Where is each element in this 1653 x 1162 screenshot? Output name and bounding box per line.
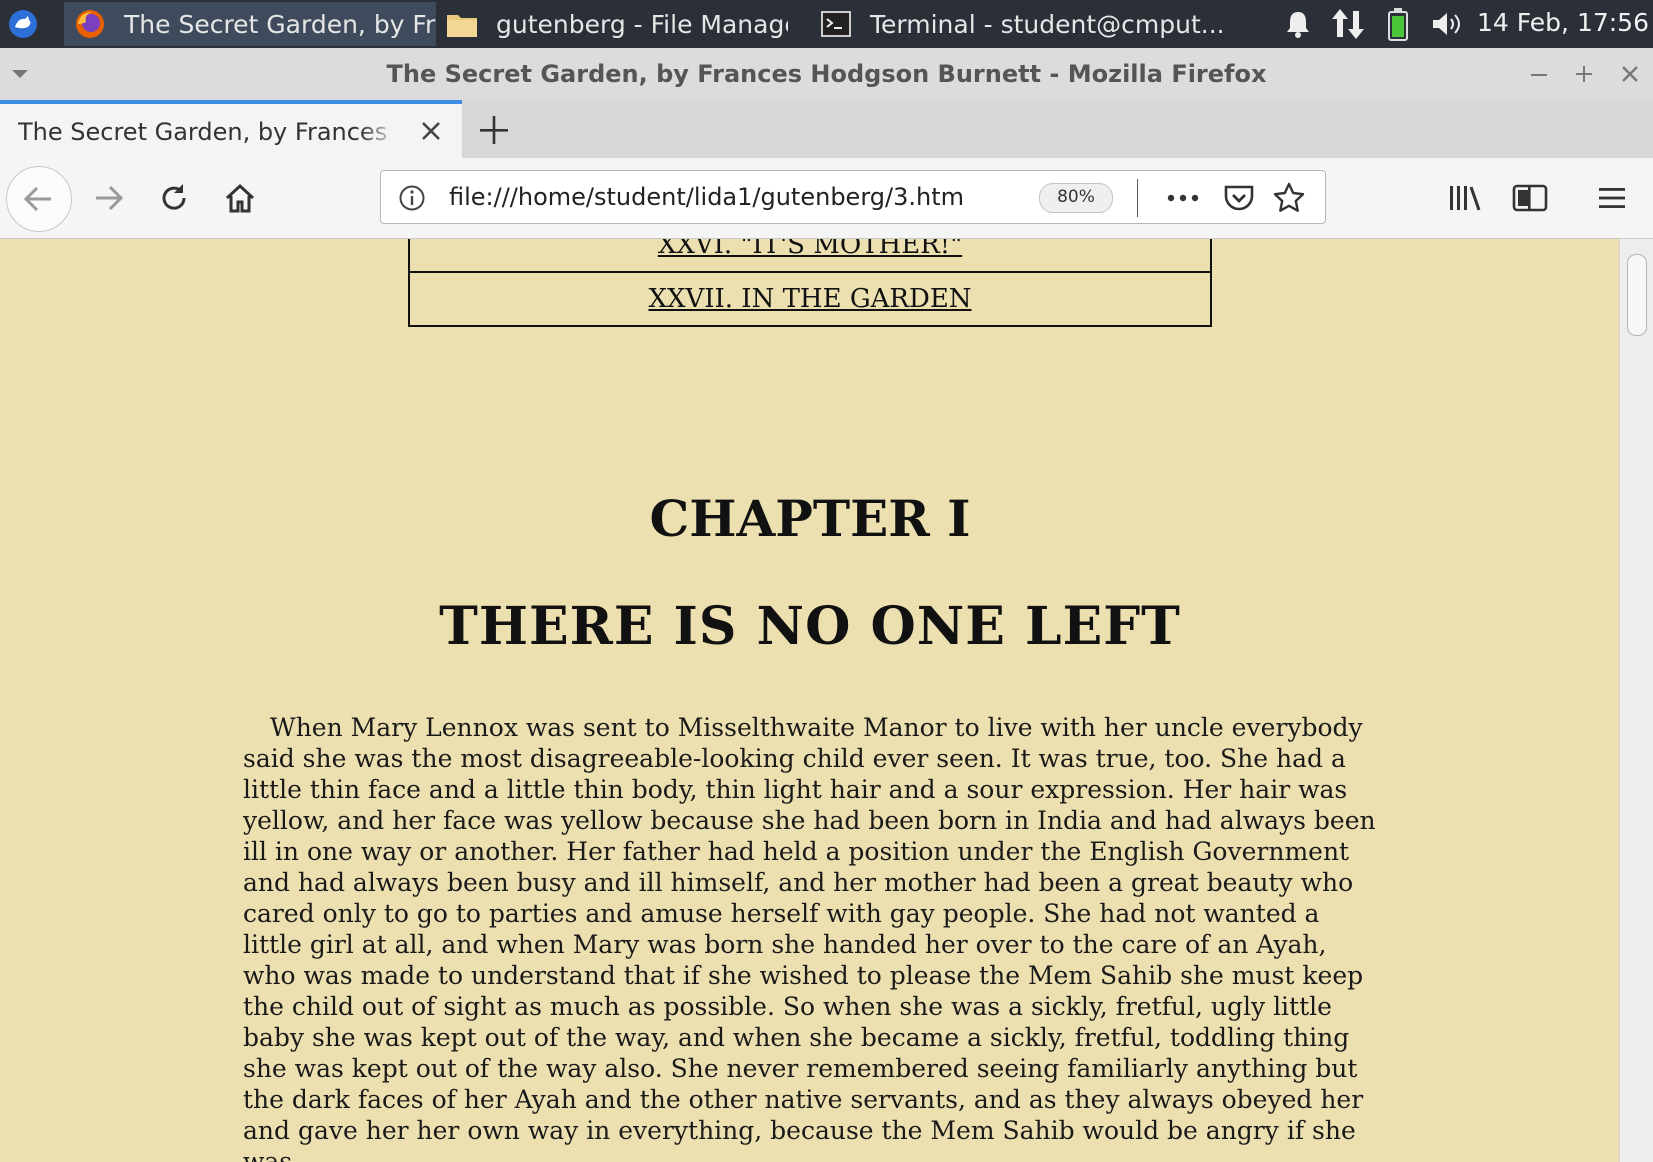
terminal-icon — [820, 8, 852, 40]
taskbar-task-label: Terminal - student@cmput... — [870, 9, 1225, 39]
app-menu-icon[interactable] — [6, 8, 40, 40]
chapter-paragraph: When Mary Lennox was sent to Misselthwai… — [243, 713, 1376, 1162]
window-titlebar[interactable]: The Secret Garden, by Frances Hodgson Bu… — [0, 48, 1653, 101]
navigation-toolbar: file:///home/student/lida1/gutenberg/3.h… — [0, 158, 1653, 239]
library-icon[interactable] — [1444, 176, 1488, 220]
folder-icon — [446, 8, 478, 40]
url-bar-divider — [1137, 179, 1138, 217]
network-icon[interactable] — [1328, 0, 1368, 48]
reload-button[interactable] — [152, 176, 196, 220]
zoom-level-badge[interactable]: 80% — [1039, 183, 1113, 213]
new-tab-button[interactable] — [476, 112, 512, 148]
table-row: XXVII. IN THE GARDEN — [408, 271, 1212, 327]
page-scrollbar[interactable] — [1619, 239, 1653, 1162]
browser-tab[interactable]: The Secret Garden, by Frances Hodgson Bu… — [0, 100, 462, 158]
page-actions-more-icon[interactable] — [1163, 181, 1203, 215]
taskbar-task-file-manager[interactable]: gutenberg - File Manager — [436, 2, 788, 46]
battery-icon[interactable] — [1380, 0, 1416, 48]
toc-cell: XXVI. "IT'S MOTHER!" — [408, 239, 1212, 273]
taskbar-clock[interactable]: 14 Feb, 17:56 — [1477, 0, 1649, 48]
toc-link-chapter-27[interactable]: XXVII. IN THE GARDEN — [648, 284, 971, 314]
toc-link-chapter-26[interactable]: XXVI. "IT'S MOTHER!" — [658, 239, 962, 260]
chapter-number-heading: CHAPTER I — [649, 489, 971, 548]
scrollbar-thumb[interactable] — [1627, 254, 1647, 336]
minimize-button[interactable] — [1523, 58, 1555, 90]
maximize-button[interactable] — [1568, 58, 1600, 90]
taskbar-task-label: gutenberg - File Manager — [496, 9, 788, 39]
sidebar-toggle-icon[interactable] — [1508, 176, 1552, 220]
home-button[interactable] — [218, 176, 262, 220]
hamburger-menu-icon[interactable] — [1590, 176, 1634, 220]
table-row: XXVI. "IT'S MOTHER!" — [408, 239, 1212, 273]
url-bar[interactable]: file:///home/student/lida1/gutenberg/3.h… — [380, 170, 1326, 224]
taskbar-task-firefox[interactable]: The Secret Garden, by Fran... — [64, 2, 436, 46]
volume-icon[interactable] — [1426, 0, 1470, 48]
chapter-title-heading: THERE IS NO ONE LEFT — [439, 596, 1181, 657]
toc-cell: XXVII. IN THE GARDEN — [408, 271, 1212, 327]
taskbar-task-terminal[interactable]: Terminal - student@cmput... — [810, 2, 1238, 46]
notification-bell-icon[interactable] — [1280, 0, 1316, 48]
bookmark-star-icon[interactable] — [1269, 179, 1309, 217]
close-tab-icon[interactable] — [416, 116, 446, 146]
taskbar: The Secret Garden, by Fran... gutenberg … — [0, 0, 1653, 48]
forward-button[interactable] — [86, 176, 130, 220]
tab-strip: The Secret Garden, by Frances Hodgson Bu… — [0, 100, 1653, 159]
close-window-button[interactable] — [1614, 58, 1646, 90]
page-content[interactable]: XXVI. "IT'S MOTHER!" XXVII. IN THE GARDE… — [0, 239, 1620, 1162]
tab-title: The Secret Garden, by Frances Hodgson Bu… — [18, 118, 398, 146]
pocket-icon[interactable] — [1219, 181, 1259, 215]
window-title: The Secret Garden, by Frances Hodgson Bu… — [386, 60, 1267, 88]
back-button[interactable] — [6, 166, 72, 232]
site-info-icon[interactable] — [395, 181, 429, 215]
firefox-icon — [74, 8, 106, 40]
url-text[interactable]: file:///home/student/lida1/gutenberg/3.h… — [449, 171, 964, 223]
table-of-contents: XXVI. "IT'S MOTHER!" XXVII. IN THE GARDE… — [408, 239, 1212, 327]
taskbar-task-label: The Secret Garden, by Fran... — [124, 9, 436, 39]
